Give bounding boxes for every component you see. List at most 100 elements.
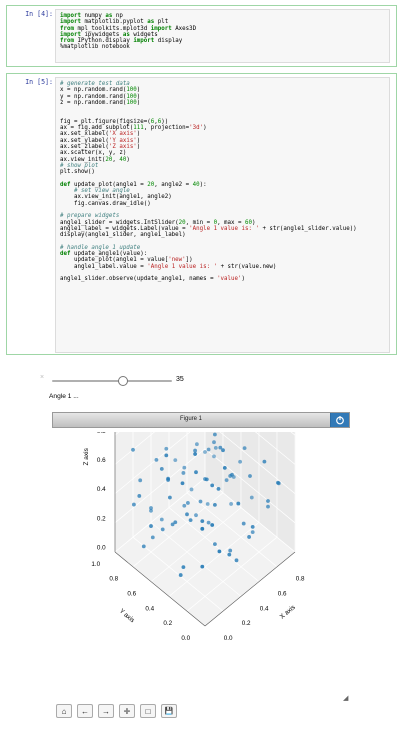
- scatter-point: [138, 478, 143, 483]
- figure-toolbar: ⌂ ← → ✛ □ 💾: [56, 704, 177, 718]
- y-tick-label: 1.0: [91, 561, 100, 568]
- arrow-left-icon: ←: [81, 706, 89, 716]
- scatter-point: [149, 506, 153, 510]
- scatter-point: [150, 535, 155, 540]
- scatter-point: [182, 465, 187, 470]
- scatter-point: [238, 459, 243, 464]
- scatter-point: [188, 518, 193, 522]
- cell-prompt: In [4]:: [25, 10, 53, 18]
- code-cell-imports[interactable]: In [4]: import numpy as np import matplot…: [6, 5, 397, 67]
- scatter-point: [266, 499, 270, 503]
- code-editor[interactable]: # generate test data x = np.random.rand(1…: [55, 77, 390, 353]
- scatter-point: [213, 445, 218, 450]
- figure-header: Figure 1: [52, 412, 350, 428]
- y-tick-label: 0.8: [109, 576, 118, 583]
- slider-track[interactable]: [52, 380, 172, 382]
- code-editor[interactable]: import numpy as np import matplotlib.pypl…: [55, 9, 390, 63]
- y-axis-label: Y axis: [118, 608, 137, 625]
- scatter-point: [195, 442, 199, 447]
- scatter-point: [137, 494, 142, 498]
- scatter-point: [159, 517, 164, 522]
- scatter-point: [213, 542, 217, 547]
- z-tick-label: 0.2: [97, 515, 106, 522]
- scatter-point: [132, 502, 136, 507]
- scatter-point: [210, 483, 215, 488]
- x-tick-label: 0.0: [224, 635, 233, 642]
- scatter-point: [149, 524, 153, 528]
- resize-handle[interactable]: ◢: [343, 694, 348, 702]
- scatter-point: [173, 520, 178, 525]
- x-tick-label: 0.2: [242, 620, 251, 627]
- z-tick-label: 0.0: [97, 545, 106, 552]
- scatter-point: [210, 523, 215, 527]
- move-icon: ✛: [123, 706, 131, 716]
- scatter-point: [181, 565, 186, 569]
- scatter-point: [131, 447, 135, 452]
- power-icon: [336, 416, 344, 425]
- scatter-point: [189, 487, 194, 492]
- scatter-point: [236, 501, 241, 506]
- scatter-point: [250, 524, 255, 529]
- scatter-point: [276, 480, 280, 485]
- arrow-right-icon: →: [102, 706, 110, 716]
- back-button[interactable]: ←: [77, 704, 93, 718]
- figure-title: Figure 1: [179, 416, 202, 422]
- angle1-label: Angle 1 ...: [49, 393, 79, 400]
- scatter-point: [164, 446, 169, 451]
- scatter-point: [249, 495, 254, 500]
- scatter-point: [217, 549, 222, 554]
- y-tick-label: 0.2: [163, 620, 172, 627]
- cell-prompt: In [5]:: [25, 78, 53, 86]
- home-button[interactable]: ⌂: [56, 704, 72, 718]
- slider-readout: 35: [176, 376, 184, 383]
- scatter-3d-plot[interactable]: 0.0 0.2 0.4 0.6 0.8 0.0 0.2 0.4 0.6 0.8 1.0 0.0 0.2 0…: [0, 432, 403, 722]
- scatter-point: [186, 501, 190, 505]
- scatter-point: [193, 448, 198, 453]
- pan-button[interactable]: ✛: [119, 704, 135, 718]
- scatter-point: [193, 452, 198, 456]
- x-tick-label: 0.4: [260, 605, 269, 612]
- slider-handle[interactable]: [118, 376, 128, 386]
- scatter-point: [228, 548, 233, 553]
- scatter-point: [164, 453, 169, 458]
- zoom-button[interactable]: □: [140, 704, 156, 718]
- scatter-point: [250, 530, 255, 535]
- x-axis-label: X axis: [279, 603, 298, 620]
- scatter-point: [247, 535, 252, 539]
- z-tick-label: 0.6: [97, 457, 106, 464]
- scatter-point: [141, 544, 146, 549]
- y-tick-label: 0.0: [181, 635, 190, 642]
- scatter-point: [227, 552, 232, 557]
- z-tick-label: 0.8: [97, 432, 106, 435]
- code-cell-plot[interactable]: In [5]: # generate test data x = np.rando…: [6, 73, 397, 355]
- scatter-point: [262, 459, 267, 464]
- scatter-point: [234, 558, 239, 563]
- y-tick-label: 0.4: [145, 605, 154, 612]
- y-tick-label: 0.6: [127, 590, 136, 597]
- home-icon: ⌂: [61, 706, 67, 716]
- scatter-point: [216, 486, 221, 491]
- scatter-point: [212, 440, 216, 445]
- angle1-slider[interactable]: [40, 372, 240, 390]
- scatter-point: [241, 521, 246, 526]
- scatter-point: [213, 432, 217, 437]
- scatter-point: [194, 470, 198, 475]
- scatter-point: [180, 481, 185, 486]
- scatter-point: [200, 564, 205, 569]
- scatter-point: [181, 471, 186, 475]
- scatter-point: [173, 458, 178, 463]
- save-button[interactable]: 💾: [161, 704, 177, 718]
- power-button[interactable]: [330, 413, 349, 427]
- scatter-point: [230, 472, 234, 477]
- scatter-point: [178, 573, 183, 577]
- scatter-point: [198, 499, 203, 504]
- scatter-point: [159, 467, 164, 471]
- zoom-rect-icon: □: [145, 706, 151, 716]
- scatter-point: [248, 474, 252, 478]
- scatter-point: [205, 502, 210, 506]
- scatter-point: [212, 454, 216, 459]
- forward-button[interactable]: →: [98, 704, 114, 718]
- scatter-point: [204, 477, 209, 482]
- scatter-point: [200, 519, 205, 524]
- z-tick-label: 0.4: [97, 486, 106, 493]
